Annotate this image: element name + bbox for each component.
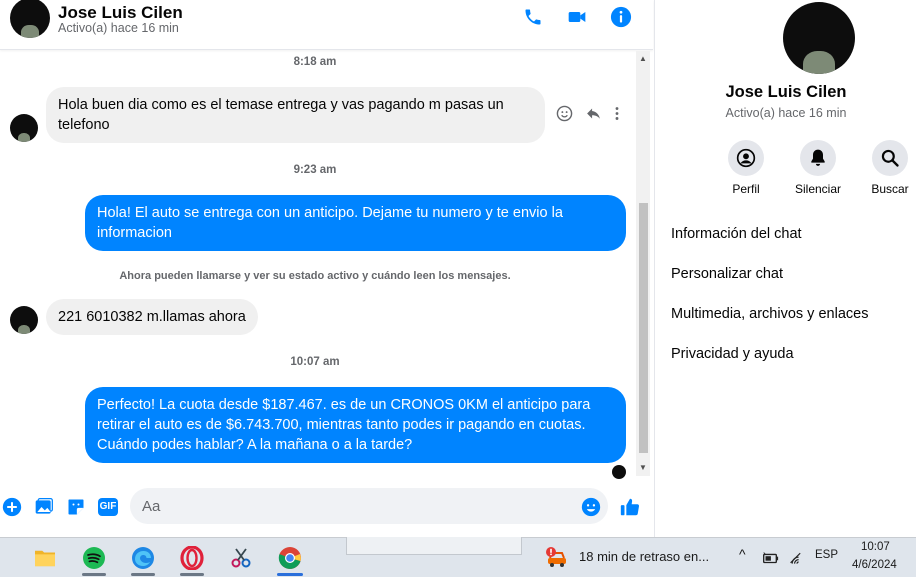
traffic-notification-text[interactable]: 18 min de retraso en... [579,549,709,564]
incoming-message[interactable]: Hola buen dia como es el temase entrega … [46,87,545,143]
system-notice: Ahora pueden llamarse y ver su estado ac… [119,270,511,282]
message-input[interactable] [130,488,608,524]
conversation-details-panel: Jose Luis Cilen Activo(a) hace 16 min Pe… [654,0,916,537]
clock-date[interactable]: 4/6/2024 [852,559,897,571]
seen-indicator-avatar [612,465,626,479]
header-actions [521,5,633,29]
outgoing-message[interactable]: Perfecto! La cuota desde $187.467. es de… [85,387,626,463]
profile-button[interactable]: Perfil [711,140,781,196]
menu-media-files-links[interactable]: Multimedia, archivos y enlaces [671,306,868,322]
scrollbar-thumb[interactable] [639,203,648,453]
gif-icon[interactable]: GIF [96,496,120,518]
menu-chat-info[interactable]: Información del chat [671,226,802,242]
reply-icon[interactable] [585,105,602,127]
image-icon[interactable] [33,496,55,518]
search-button[interactable]: Buscar [855,140,916,196]
file-explorer-icon[interactable] [30,543,60,573]
taskbar: 18 min de retraso en... ^ ESP 10:07 4/6/… [0,537,916,577]
sticker-icon[interactable] [65,496,87,518]
contact-status: Activo(a) hace 16 min [58,21,179,35]
message-actions [556,105,620,127]
like-icon[interactable] [619,496,641,518]
message-list[interactable]: 8:18 am Hola buen dia como es el temase … [0,51,653,481]
video-icon[interactable] [565,5,589,29]
edge-icon[interactable] [128,543,158,576]
messenger-window: Jose Luis Cilen Activo(a) hace 16 min 8:… [0,0,916,537]
outgoing-message[interactable]: Hola! El auto se entrega con un anticipo… [85,195,626,251]
opera-icon[interactable] [177,543,207,576]
running-indicator [131,573,155,576]
wifi-icon[interactable] [785,543,809,573]
active-indicator [277,573,303,576]
profile-label: Perfil [732,182,760,196]
menu-customize-chat[interactable]: Personalizar chat [671,266,783,282]
more-options-icon[interactable] [614,105,620,127]
incoming-message[interactable]: 221 6010382 m.llamas ahora [46,299,258,335]
snipping-tool-icon[interactable] [226,543,256,573]
profile-status: Activo(a) hace 16 min [725,106,847,120]
running-indicator [180,573,204,576]
info-icon[interactable] [609,5,633,29]
gif-label: GIF [97,498,119,516]
timestamp: 8:18 am [293,56,337,68]
contact-avatar[interactable] [10,0,50,38]
composer: GIF [0,485,653,530]
timestamp: 9:23 am [293,164,337,176]
contact-name[interactable]: Jose Luis Cilen [58,3,183,23]
profile-icon[interactable] [728,140,764,176]
taskbar-search-box[interactable] [346,537,522,555]
search-label: Buscar [871,182,909,196]
react-icon[interactable] [556,105,573,127]
running-indicator [82,573,106,576]
add-icon[interactable] [1,496,23,518]
battery-icon[interactable] [758,543,782,573]
clock-time[interactable]: 10:07 [861,541,890,553]
phone-icon[interactable] [521,5,545,29]
emoji-icon[interactable] [580,496,602,518]
bell-icon[interactable] [800,140,836,176]
message-scrollbar[interactable]: ▲ ▼ [636,51,650,476]
scroll-up-icon[interactable]: ▲ [639,54,647,63]
sender-avatar[interactable] [10,306,38,334]
show-hidden-icons-chevron-icon[interactable]: ^ [739,546,746,562]
chrome-icon[interactable] [275,543,305,576]
profile-name: Jose Luis Cilen [725,83,847,101]
search-icon[interactable] [872,140,908,176]
chat-header: Jose Luis Cilen Activo(a) hace 16 min [0,0,653,50]
traffic-alert-icon[interactable] [544,543,572,573]
profile-avatar-large[interactable] [783,2,855,74]
mute-button[interactable]: Silenciar [783,140,853,196]
timestamp: 10:07 am [290,356,340,368]
mute-label: Silenciar [794,182,842,196]
menu-privacy-help[interactable]: Privacidad y ayuda [671,346,794,362]
scroll-down-icon[interactable]: ▼ [639,463,647,472]
sender-avatar[interactable] [10,114,38,142]
language-indicator[interactable]: ESP [815,549,838,561]
spotify-icon[interactable] [79,543,109,576]
